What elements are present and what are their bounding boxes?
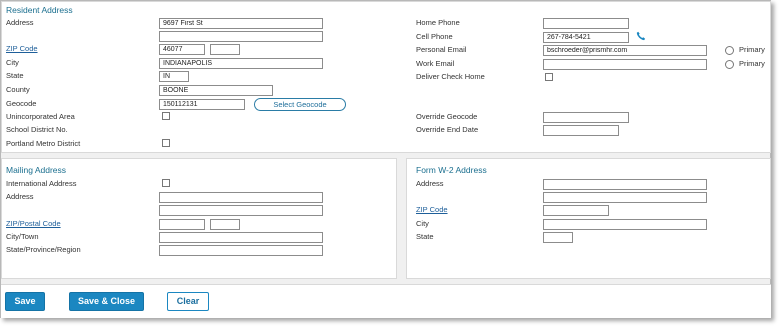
county-input[interactable] <box>159 85 273 96</box>
city-town-label: City/Town <box>6 232 39 241</box>
portland-metro-checkbox[interactable] <box>162 139 170 147</box>
deliver-check-home-checkbox[interactable] <box>545 73 553 81</box>
international-address-checkbox[interactable] <box>162 179 170 187</box>
mailing-address-line2-input[interactable] <box>159 205 323 216</box>
mailing-city-input[interactable] <box>159 232 323 243</box>
zip-ext-input[interactable] <box>210 44 240 55</box>
address-line1-input[interactable] <box>159 18 323 29</box>
override-geocode-label: Override Geocode <box>416 112 478 121</box>
cell-phone-input[interactable] <box>543 32 629 43</box>
city-label: City <box>6 58 19 67</box>
county-label: County <box>6 85 30 94</box>
geocode-input[interactable] <box>159 99 245 110</box>
work-email-label: Work Email <box>416 59 455 68</box>
mailing-zip-input[interactable] <box>159 219 205 230</box>
w2-city-label: City <box>416 219 429 228</box>
school-district-label: School District No. <box>6 125 68 134</box>
w2-state-input[interactable] <box>543 232 573 243</box>
action-bar: Save Save & Close Clear <box>1 284 771 318</box>
international-address-label: International Address <box>6 179 77 188</box>
resident-address-title: Resident Address <box>6 5 73 15</box>
state-label: State <box>6 71 24 80</box>
zip-code-link[interactable]: ZIP Code <box>6 44 38 54</box>
address-dialog: Resident Address Address ZIP Code City S… <box>0 0 771 318</box>
unincorporated-area-label: Unincorporated Area <box>6 112 75 121</box>
override-end-date-input[interactable] <box>543 125 619 136</box>
home-phone-label: Home Phone <box>416 18 460 27</box>
primary-label-personal: Primary <box>739 45 765 54</box>
zip-postal-code-link[interactable]: ZIP/Postal Code <box>6 219 61 229</box>
phone-icon[interactable] <box>636 31 646 41</box>
portland-metro-label: Portland Metro District <box>6 139 81 148</box>
w2-state-label: State <box>416 232 434 241</box>
mailing-address-panel: Mailing Address International Address Ad… <box>1 158 397 279</box>
mailing-address-title: Mailing Address <box>6 165 67 175</box>
w2-address-title: Form W-2 Address <box>416 165 487 175</box>
work-email-input[interactable] <box>543 59 707 70</box>
w2-zip-input[interactable] <box>543 205 609 216</box>
save-button[interactable]: Save <box>5 292 45 311</box>
city-input[interactable] <box>159 58 323 69</box>
cell-phone-label: Cell Phone <box>416 32 453 41</box>
work-email-primary-radio[interactable] <box>725 60 734 69</box>
override-geocode-input[interactable] <box>543 112 629 123</box>
mailing-address-line1-input[interactable] <box>159 192 323 203</box>
personal-email-primary-radio[interactable] <box>725 46 734 55</box>
state-input[interactable] <box>159 71 189 82</box>
w2-address-line2-input[interactable] <box>543 192 707 203</box>
state-province-region-label: State/Province/Region <box>6 245 81 254</box>
clear-button[interactable]: Clear <box>167 292 209 311</box>
w2-address-line1-input[interactable] <box>543 179 707 190</box>
personal-email-label: Personal Email <box>416 45 467 54</box>
zip-code-input[interactable] <box>159 44 205 55</box>
primary-label-work: Primary <box>739 59 765 68</box>
w2-zip-code-link[interactable]: ZIP Code <box>416 205 448 215</box>
unincorporated-area-checkbox[interactable] <box>162 112 170 120</box>
w2-city-input[interactable] <box>543 219 707 230</box>
address-line2-input[interactable] <box>159 31 323 42</box>
mailing-zip-ext-input[interactable] <box>210 219 240 230</box>
w2-address-label: Address <box>416 179 444 188</box>
w2-address-panel: Form W-2 Address Address ZIP Code City S… <box>406 158 771 279</box>
resident-address-panel: Resident Address Address ZIP Code City S… <box>1 1 771 153</box>
save-and-close-button[interactable]: Save & Close <box>69 292 144 311</box>
personal-email-input[interactable] <box>543 45 707 56</box>
override-end-date-label: Override End Date <box>416 125 479 134</box>
home-phone-input[interactable] <box>543 18 629 29</box>
mailing-state-input[interactable] <box>159 245 323 256</box>
address-label: Address <box>6 18 34 27</box>
geocode-label: Geocode <box>6 99 37 108</box>
select-geocode-button[interactable]: Select Geocode <box>254 98 346 111</box>
deliver-check-home-label: Deliver Check Home <box>416 72 485 81</box>
mailing-address-label: Address <box>6 192 34 201</box>
